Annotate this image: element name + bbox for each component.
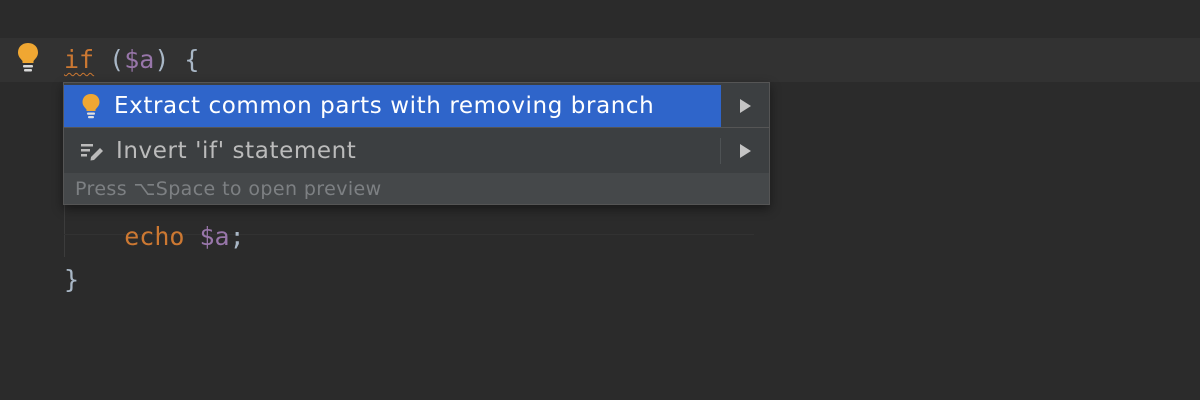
edit-icon	[80, 140, 104, 162]
code-line-if[interactable]: if ($a) {	[64, 38, 199, 82]
if-keyword: if	[64, 45, 95, 74]
semicolon: ;	[229, 222, 245, 251]
code-line-echo[interactable]: echo $a;	[64, 215, 245, 259]
intention-item-label: Invert 'if' statement	[116, 138, 357, 164]
intention-item-extract-common-parts[interactable]: Extract common parts with removing branc…	[64, 85, 769, 127]
submenu-arrow-icon[interactable]	[721, 130, 769, 172]
submenu-arrow-icon[interactable]	[721, 85, 769, 127]
intention-item-invert-if[interactable]: Invert 'if' statement	[64, 130, 769, 172]
variable-a: $a	[124, 45, 155, 74]
intention-actions-popup: Extract common parts with removing branc…	[63, 82, 770, 205]
closing-brace: }	[64, 265, 80, 294]
popup-divider	[64, 127, 769, 128]
lightbulb-icon	[80, 92, 102, 120]
intention-item-main[interactable]: Extract common parts with removing branc…	[64, 85, 721, 127]
gutter-lightbulb-icon[interactable]	[14, 40, 42, 74]
intention-item-main[interactable]: Invert 'if' statement	[64, 130, 721, 172]
popup-footer-hint: Press ⌥Space to open preview	[64, 173, 769, 204]
variable-a: $a	[199, 222, 230, 251]
close-brace: ) {	[154, 45, 200, 74]
echo-keyword: echo	[124, 222, 185, 251]
open-paren: (	[94, 45, 125, 74]
preview-hint-text: Press ⌥Space to open preview	[75, 177, 382, 200]
code-line-closing-brace[interactable]: }	[64, 258, 79, 302]
intention-item-label: Extract common parts with removing branc…	[114, 93, 655, 119]
